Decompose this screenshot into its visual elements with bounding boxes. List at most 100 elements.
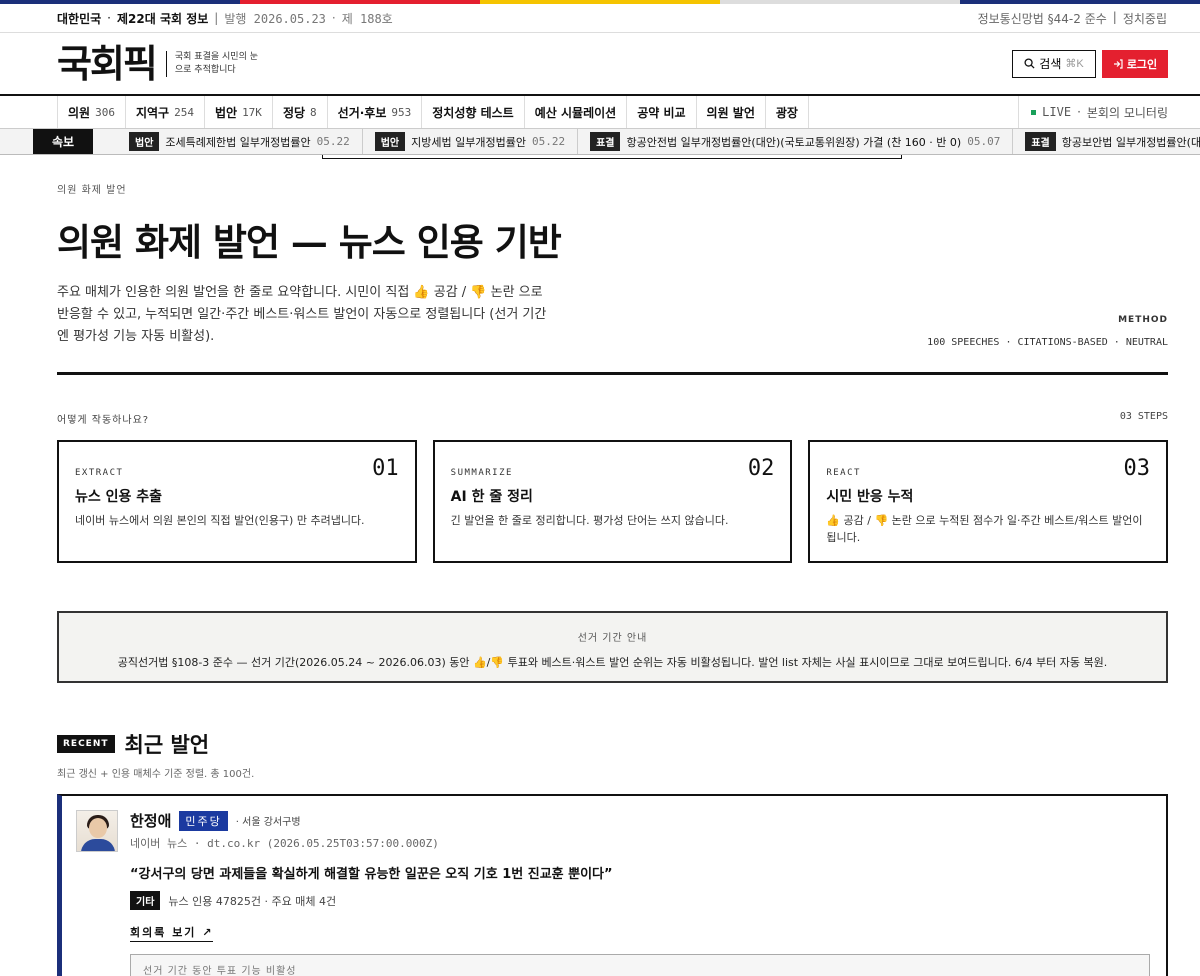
ticker-text: 조세특례제한법 일부개정법률안	[165, 135, 311, 149]
step-card: SUMMARIZE 02 AI 한 줄 정리 긴 발언을 한 줄로 정리합니다. 평가…	[432, 440, 793, 563]
nav-item[interactable]: 예산 시뮬레이션	[525, 96, 628, 128]
nav-item-label: 공약 비교	[637, 105, 686, 120]
brand: 국회픽 국회 표결을 시민의 눈으로 추적합니다	[57, 45, 266, 83]
ticker-item[interactable]: 표결 항공안전법 일부개정법률안(대안)(국토교통위원장) 가결 (찬 160 ·…	[578, 129, 1014, 154]
hero-eyebrow: 의원 화제 발언	[57, 185, 127, 196]
ticker-tag: 법안	[374, 132, 406, 151]
nav-item[interactable]: 정당 8	[273, 96, 328, 128]
live-label: LIVE	[1042, 105, 1072, 119]
nav-item-label: 의원 발언	[706, 105, 755, 120]
recent-header: RECENT 최근 발언	[0, 683, 1200, 759]
country-label: 대한민국	[57, 11, 102, 26]
how-it-works-header: 어떻게 작동하나요? 03 STEPS	[0, 375, 1200, 426]
login-label: 로그인	[1126, 58, 1158, 71]
ticker-item[interactable]: 표결 항공보안법 일부개정법률안(대안)(국토교	[1013, 129, 1200, 154]
step-number: 03	[1123, 456, 1151, 481]
step-key: SUMMARIZE	[450, 468, 513, 478]
news-ticker: 속보 법안 조세특례제한법 일부개정법률안 05.22 법안 지방세법 일부개정법률안 0…	[0, 129, 1200, 155]
assembly-label: 제22대 국회 정보	[117, 11, 209, 26]
steps: EXTRACT 01 뉴스 인용 추출 네이버 뉴스에서 의원 본인의 직접 발언(인…	[0, 426, 1200, 563]
masthead: 국회픽 국회 표결을 시민의 눈으로 추적합니다 검색 ⌘K 로그인	[0, 33, 1200, 96]
live-text: 본회의 모니터링	[1086, 105, 1168, 120]
hero: 의원 화제 발언 의원 화제 발언 — 뉴스 인용 기반 주요 매체가 인용한 …	[0, 159, 1200, 375]
nav-item[interactable]: 선거·후보 953	[328, 96, 423, 128]
ticker-tag: 표결	[1025, 132, 1056, 151]
ticker-date: 05.22	[531, 135, 566, 148]
ticker-text: 지방세법 일부개정법률안	[411, 135, 526, 149]
recent-badge: RECENT	[57, 735, 115, 753]
party-badge: 민주당	[179, 810, 228, 831]
nav-item[interactable]: 공약 비교	[627, 96, 697, 128]
nav-item-count: 17K	[242, 105, 262, 119]
search-label: 검색	[1039, 57, 1062, 71]
nav-item-label: 정당	[282, 105, 306, 120]
step-title: 뉴스 인용 추출	[75, 489, 163, 505]
notice-body: 공직선거법 §108-3 준수 — 선거 기간(2026.05.24 ~ 202…	[117, 656, 1108, 669]
ticker-date: 05.22	[316, 135, 350, 148]
avatar	[76, 810, 118, 852]
page-title: 의원 화제 발언 — 뉴스 인용 기반	[57, 220, 562, 264]
search-shortcut: ⌘K	[1065, 58, 1084, 70]
speech-source: 네이버 뉴스 · dt.co.kr (2026.05.25T03:57:00.0…	[130, 837, 439, 850]
login-button[interactable]: 로그인	[1102, 49, 1168, 78]
nav-item-count: 306	[95, 105, 115, 119]
election-notice: 선거 기간 안내 공직선거법 §108-3 준수 — 선거 기간(2026.05…	[57, 611, 1168, 683]
vote-disabled-box: 선거 기간 동안 투표 기능 비활성	[130, 954, 1150, 976]
ticker-text: 항공보안법 일부개정법률안(대안)(국토교	[1061, 135, 1200, 149]
nav-item[interactable]: 지역구 254	[126, 96, 205, 128]
step-key: EXTRACT	[75, 468, 124, 478]
method-block: METHOD 100 SPEECHES · CITATIONS-BASED · …	[927, 315, 1168, 348]
nav-item[interactable]: 의원 발언	[697, 96, 766, 128]
login-icon	[1113, 58, 1123, 69]
step-description: 긴 발언을 한 줄로 정리합니다. 평가성 단어는 쓰지 않습니다.	[450, 514, 729, 527]
step-card: EXTRACT 01 뉴스 인용 추출 네이버 뉴스에서 의원 본인의 직접 발언(인…	[57, 440, 417, 563]
search-button[interactable]: 검색 ⌘K	[1012, 49, 1096, 78]
nav-item[interactable]: 의원 306	[57, 96, 126, 128]
nav-item-label: 광장	[775, 105, 798, 120]
utility-bar: 대한민국 · 제22대 국회 정보 | 발행 2026.05.23 · 제 18…	[0, 4, 1200, 33]
nav-item[interactable]: 법안 17K	[205, 96, 273, 128]
nav-item-count: 953	[391, 105, 412, 119]
step-number: 01	[372, 456, 399, 481]
nav-item-count: 254	[174, 105, 194, 119]
color-stripe	[0, 0, 1200, 4]
nav-item[interactable]: 광장	[766, 96, 809, 128]
recent-subtitle: 최근 갱신 + 인용 매체수 기준 정렬. 총 100건.	[57, 769, 255, 780]
nav-item-label: 예산 시뮬레이션	[534, 105, 617, 120]
member-name[interactable]: 한정애	[130, 810, 171, 831]
nav-item-label: 정치성향 테스트	[432, 105, 514, 120]
minutes-link[interactable]: 회의록 보기 ↗	[130, 924, 214, 942]
nav-item-label: 의원	[68, 105, 91, 120]
nav-item-label: 지역구	[135, 105, 170, 120]
ticker-item[interactable]: 법안 지방세법 일부개정법률안 05.22	[363, 129, 579, 154]
step-number: 02	[747, 456, 775, 481]
recent-title: 최근 발언	[124, 732, 210, 757]
nav-item[interactable]: 정치성향 테스트	[422, 96, 525, 128]
step-card: REACT 03 시민 반응 누적 👍 공감 / 👎 논란 으로 누적된 점수가 일·…	[808, 440, 1169, 563]
speech-card[interactable]: 한정애 민주당 · 서울 강서구병 네이버 뉴스 · dt.co.kr (202…	[57, 794, 1168, 976]
ticker-item[interactable]: 법안 조세특례제한법 일부개정법률안 05.22	[93, 129, 363, 154]
ticker-tag: 법안	[129, 132, 160, 151]
search-icon	[1024, 58, 1035, 69]
live-monitor[interactable]: LIVE · 본회의 모니터링	[1018, 96, 1200, 128]
ticker-label: 속보	[33, 129, 93, 154]
method-value: 100 SPEECHES · CITATIONS-BASED · NEUTRAL	[927, 337, 1168, 348]
ticker-tag: 표결	[590, 132, 621, 151]
site-tagline: 국회 표결을 시민의 눈으로 추적합니다	[165, 50, 266, 77]
nav-item-count: 8	[310, 105, 317, 119]
hero-description: 주요 매체가 인용한 의원 발언을 한 줄로 요약합니다. 시민이 직접 👍 공…	[57, 285, 547, 344]
law-compliance-link[interactable]: 정보통신망법 §44-2 준수	[978, 10, 1107, 27]
method-label: METHOD	[1118, 315, 1168, 325]
speech-quote: “강서구의 당면 과제들을 확실하게 해결할 유능한 일꾼은 오직 기호 1번 …	[130, 867, 613, 882]
step-key: REACT	[826, 468, 861, 478]
step-title: 시민 반응 누적	[826, 489, 914, 505]
how-title: 어떻게 작동하나요?	[57, 415, 150, 426]
issue-number: 제 188호	[341, 11, 393, 26]
how-steps-count: 03 STEPS	[1119, 411, 1168, 422]
member-region: · 서울 강서구병	[235, 817, 301, 828]
neutrality-link[interactable]: 정치중립	[1123, 10, 1167, 27]
issue-date: 발행 2026.05.23	[224, 11, 326, 26]
ticker-date: 05.07	[967, 135, 1001, 148]
site-logo[interactable]: 국회픽	[57, 45, 158, 83]
nav-item-label: 선거·후보	[337, 105, 387, 120]
